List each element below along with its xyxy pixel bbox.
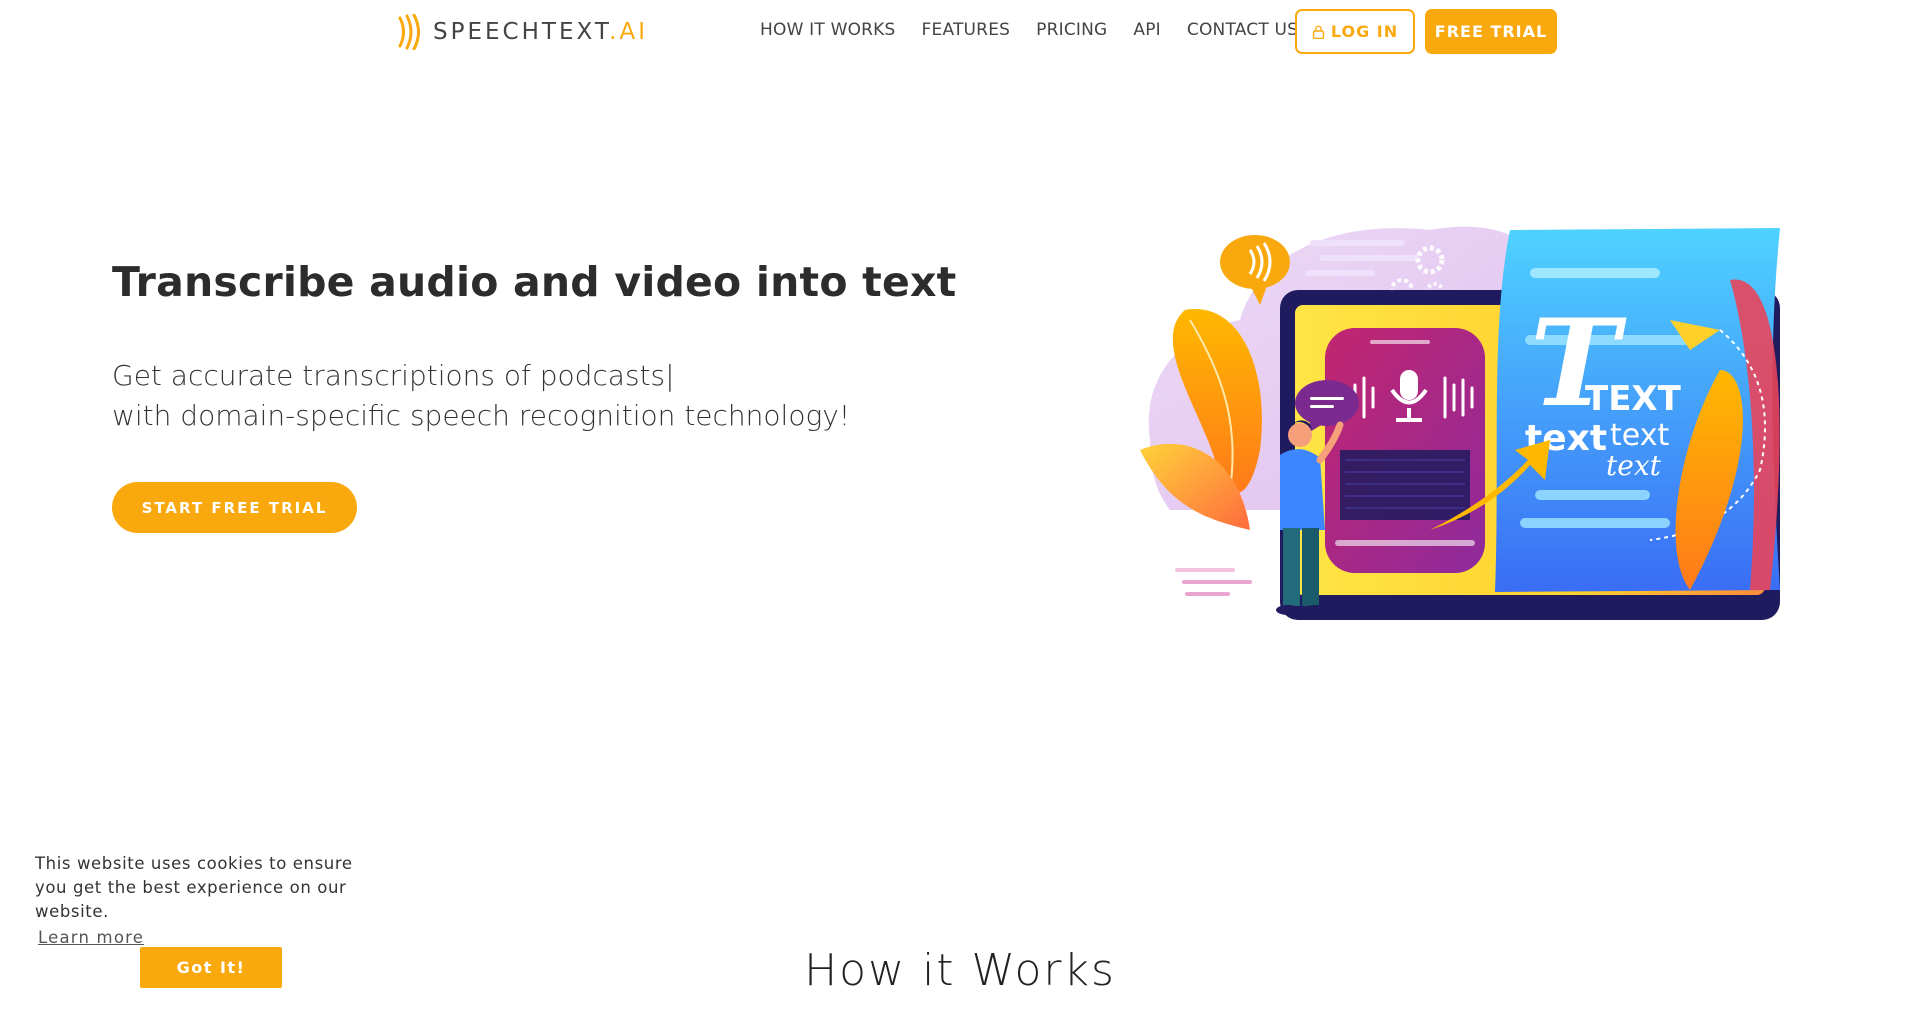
nav-pricing[interactable]: PRICING — [1036, 20, 1107, 40]
login-button[interactable]: LOG IN — [1295, 9, 1415, 54]
illustration-word-caps: TEXT — [1585, 379, 1682, 419]
hero-title: Transcribe audio and video into text — [112, 258, 957, 306]
hero-subtitle-line-1: Get accurate transcriptions of podcasts| — [112, 359, 675, 392]
logo-text: SPEECHTEXT.AI — [433, 19, 648, 45]
cookie-banner: This website uses cookies to ensure you … — [35, 852, 375, 947]
hero-subtitle-line-2: with domain-specific speech recognition … — [112, 399, 851, 432]
how-it-works-heading: How it Works — [804, 945, 1116, 996]
sound-waves-icon — [398, 14, 420, 50]
site-header: SPEECHTEXT.AI HOW IT WORKS FEATURES PRIC… — [0, 0, 1920, 64]
logo[interactable]: SPEECHTEXT.AI — [397, 12, 648, 52]
lock-icon — [1312, 25, 1325, 39]
hero-subtitle: Get accurate transcriptions of podcasts|… — [112, 356, 850, 436]
nav-api[interactable]: API — [1133, 20, 1161, 40]
nav-how-it-works[interactable]: HOW IT WORKS — [760, 20, 896, 40]
login-label: LOG IN — [1330, 22, 1399, 41]
illustration-word-italic: text — [1606, 449, 1662, 482]
free-trial-button[interactable]: FREE TRIAL — [1425, 9, 1557, 54]
hero-illustration: T TEXT text text text — [1140, 226, 1780, 620]
illustration-word-regular: text — [1610, 418, 1669, 453]
free-trial-label: FREE TRIAL — [1434, 22, 1548, 41]
nav-features[interactable]: FEATURES — [922, 20, 1011, 40]
start-free-trial-label: START FREE TRIAL — [141, 498, 328, 517]
main-nav: HOW IT WORKS FEATURES PRICING API CONTAC… — [760, 20, 1324, 40]
nav-contact-us[interactable]: CONTACT US — [1187, 20, 1298, 40]
cookie-message: This website uses cookies to ensure you … — [35, 854, 353, 921]
start-free-trial-button[interactable]: START FREE TRIAL — [112, 482, 357, 533]
